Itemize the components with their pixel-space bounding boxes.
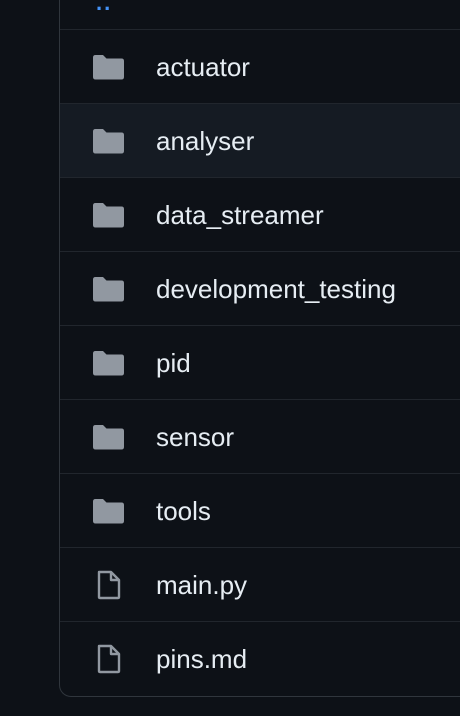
item-name[interactable]: development_testing [156, 276, 396, 302]
list-item-folder[interactable]: development_testing [60, 252, 460, 326]
list-item-file[interactable]: pins.md [60, 622, 460, 695]
left-rail [0, 0, 59, 716]
folder-icon [92, 496, 125, 526]
list-item-folder[interactable]: tools [60, 474, 460, 548]
item-name[interactable]: main.py [156, 572, 247, 598]
file-icon [92, 570, 125, 600]
folder-icon [92, 200, 125, 230]
item-name[interactable]: data_streamer [156, 202, 324, 228]
file-list-panel: .. actuator analyser data_streamer devel… [59, 0, 460, 697]
parent-directory-row[interactable]: .. [60, 0, 460, 30]
list-item-folder[interactable]: data_streamer [60, 178, 460, 252]
item-name[interactable]: actuator [156, 54, 250, 80]
list-item-folder[interactable]: sensor [60, 400, 460, 474]
list-item-folder[interactable]: analyser [60, 104, 460, 178]
folder-icon [92, 52, 125, 82]
list-item-file[interactable]: main.py [60, 548, 460, 622]
folder-icon [92, 274, 125, 304]
folder-icon [92, 348, 125, 378]
list-item-folder[interactable]: pid [60, 326, 460, 400]
item-name[interactable]: tools [156, 498, 211, 524]
item-name[interactable]: pins.md [156, 646, 247, 672]
list-item-folder[interactable]: actuator [60, 30, 460, 104]
folder-icon [92, 422, 125, 452]
item-name[interactable]: pid [156, 350, 191, 376]
parent-directory-link[interactable]: .. [96, 0, 112, 14]
file-icon [92, 644, 125, 674]
item-name[interactable]: analyser [156, 128, 254, 154]
item-name[interactable]: sensor [156, 424, 234, 450]
folder-icon [92, 126, 125, 156]
